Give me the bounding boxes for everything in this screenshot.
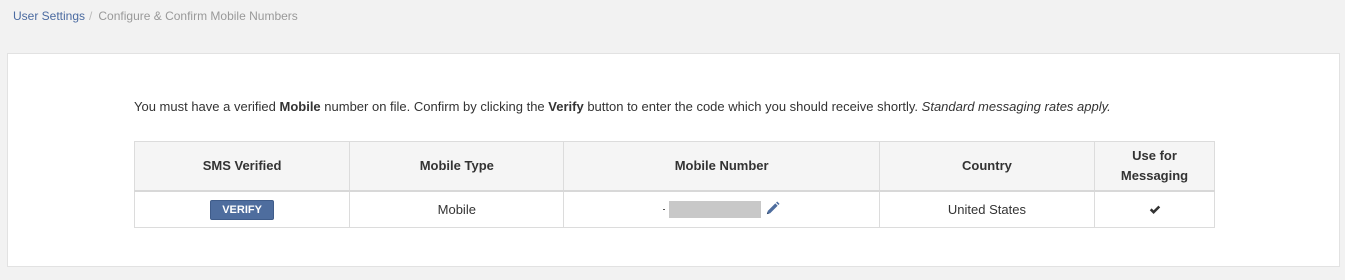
cell-mobile-number	[563, 190, 880, 228]
cell-use-for-messaging	[1094, 190, 1215, 228]
checkmark-icon	[1149, 203, 1161, 218]
verification-notice: You must have a verified Mobile number o…	[134, 99, 1111, 114]
cell-country: United States	[878, 190, 1096, 228]
mobile-numbers-table: SMS Verified Mobile Type Mobile Number C…	[133, 141, 1215, 228]
notice-bold-mobile: Mobile	[279, 99, 321, 114]
header-country: Country	[878, 141, 1096, 192]
masked-mobile-number	[669, 201, 762, 218]
header-use-for-messaging: Use for Messaging	[1094, 141, 1215, 192]
notice-rates-note: Standard messaging rates apply.	[921, 99, 1111, 114]
number-dash	[663, 209, 666, 210]
breadcrumb-separator: /	[89, 9, 93, 23]
table-row: VERIFY Mobile United States	[133, 190, 1215, 228]
header-mobile-type: Mobile Type	[349, 141, 565, 192]
notice-bold-verify: Verify	[548, 99, 584, 114]
notice-text-1: You must have a verified	[134, 99, 280, 114]
cell-sms-verified: VERIFY	[133, 190, 351, 228]
header-sms-verified: SMS Verified	[133, 141, 351, 192]
verify-button[interactable]: VERIFY	[210, 199, 274, 220]
breadcrumb-current: Configure & Confirm Mobile Numbers	[98, 9, 298, 23]
breadcrumb: User Settings / Configure & Confirm Mobile…	[13, 9, 298, 23]
notice-text-3: button to enter the code which you shoul…	[583, 99, 922, 114]
header-mobile-number: Mobile Number	[563, 141, 880, 192]
notice-text-2: number on file. Confirm by clicking the	[320, 99, 549, 114]
breadcrumb-user-settings-link[interactable]: User Settings	[13, 9, 85, 23]
cell-mobile-type: Mobile	[349, 190, 565, 228]
pencil-icon[interactable]	[765, 200, 780, 219]
mobile-numbers-card: You must have a verified Mobile number o…	[7, 53, 1340, 267]
table-header-row: SMS Verified Mobile Type Mobile Number C…	[133, 141, 1215, 192]
